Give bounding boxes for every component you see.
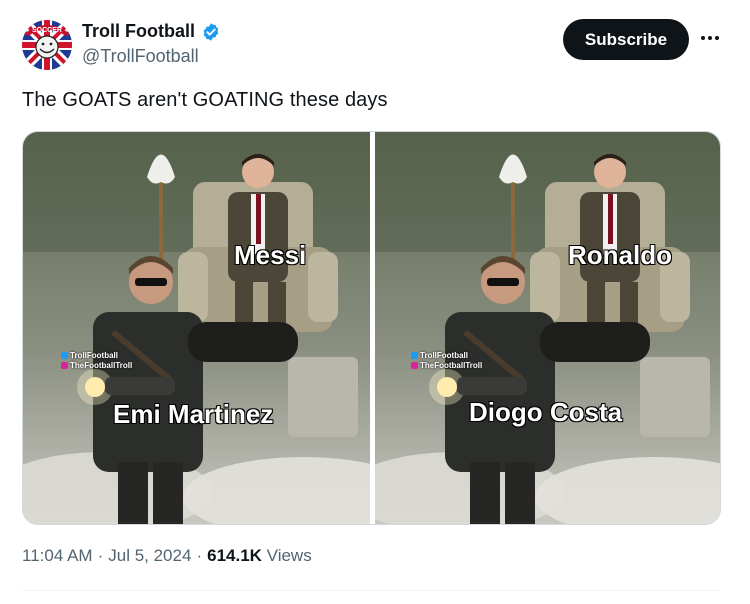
tweet-meta: 11:04 AM · Jul 5, 2024 · 614.1K Views bbox=[22, 546, 312, 566]
tweet-time[interactable]: 11:04 AM bbox=[22, 546, 93, 566]
twitter-icon bbox=[61, 352, 68, 359]
meme-label-bottom: Diogo Costa bbox=[468, 396, 623, 427]
troll-face-union-jack-logo: SOCCER bbox=[22, 20, 72, 70]
instagram-icon bbox=[61, 362, 68, 369]
meme-panel-right: Ronaldo Diogo Costa TrollFootball TheFoo… bbox=[375, 132, 720, 524]
author-name-row: Troll Football bbox=[82, 21, 221, 42]
views-label: Views bbox=[266, 546, 312, 565]
separator-dot: · bbox=[97, 546, 104, 565]
twitter-icon bbox=[411, 352, 418, 359]
views-count: 614.1K bbox=[207, 546, 262, 565]
author-display-name[interactable]: Troll Football bbox=[82, 21, 195, 42]
meme-panel-left: Messi Emi Martinez TrollFootball TheFoot… bbox=[23, 132, 370, 524]
author-handle[interactable]: @TrollFootball bbox=[82, 46, 199, 67]
verified-badge-icon[interactable] bbox=[201, 22, 221, 42]
subscribe-button[interactable]: Subscribe bbox=[563, 19, 689, 60]
watermark: TrollFootball TheFootballTroll bbox=[61, 351, 132, 371]
meme-label-top: Messi bbox=[233, 239, 307, 270]
meme-label-top: Ronaldo bbox=[567, 239, 672, 270]
divider bbox=[22, 590, 721, 591]
instagram-icon bbox=[411, 362, 418, 369]
meme-label-bottom: Emi Martinez bbox=[112, 398, 274, 429]
tweet-text: The GOATS aren't GOATING these days bbox=[22, 89, 388, 111]
separator-dot: · bbox=[196, 546, 203, 565]
tweet-media[interactable]: Messi Emi Martinez TrollFootball TheFoot… bbox=[22, 131, 721, 525]
watermark: TrollFootball TheFootballTroll bbox=[411, 351, 482, 371]
meme-illustration bbox=[375, 132, 720, 524]
avatar[interactable]: SOCCER bbox=[22, 20, 72, 70]
more-dots-icon[interactable] bbox=[699, 27, 721, 49]
tweet-date[interactable]: Jul 5, 2024 bbox=[108, 546, 191, 566]
meme-illustration bbox=[23, 132, 370, 524]
avatar-text: SOCCER bbox=[32, 27, 62, 34]
